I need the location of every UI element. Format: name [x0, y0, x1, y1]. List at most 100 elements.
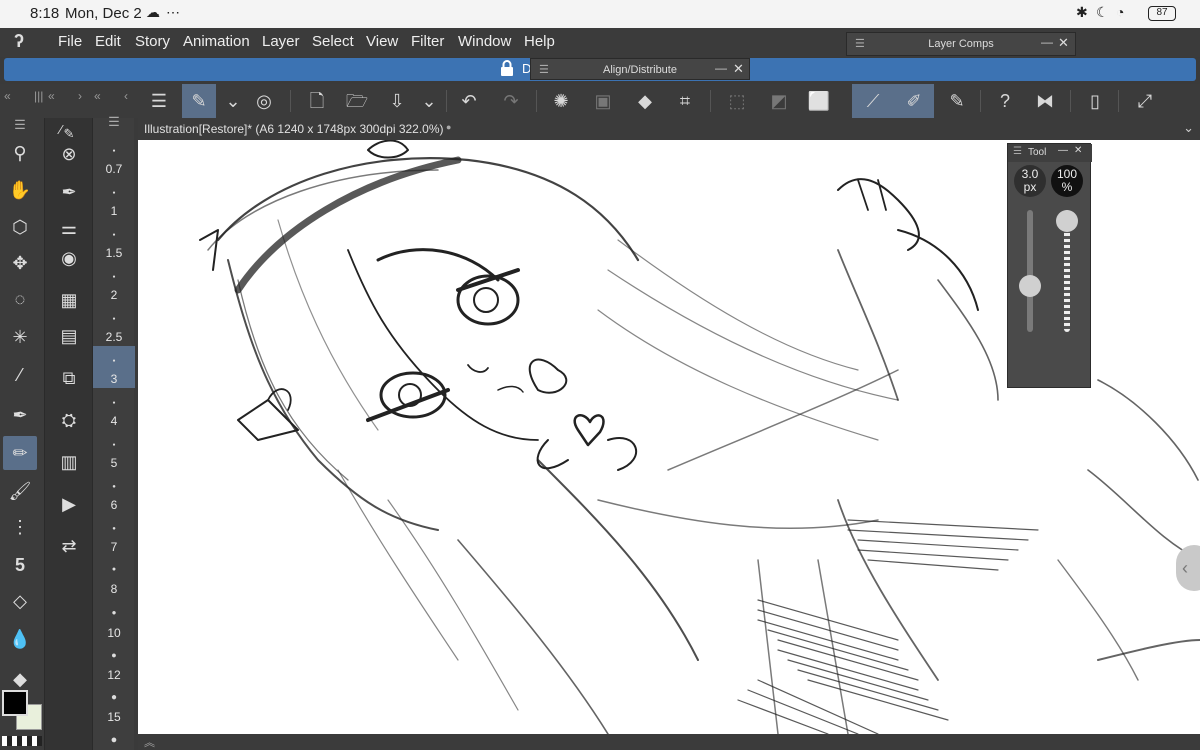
- brush-size-option[interactable]: 1.5: [93, 246, 135, 260]
- timeline-icon[interactable]: ▤: [53, 320, 85, 352]
- grip-icon[interactable]: |||: [34, 89, 43, 103]
- layers-icon[interactable]: ⧉: [53, 362, 85, 394]
- close-icon[interactable]: ✕: [733, 61, 744, 77]
- material-icon[interactable]: ▥: [53, 446, 85, 478]
- deselect-icon[interactable]: ✺: [544, 84, 578, 118]
- close-icon[interactable]: ✕: [1058, 35, 1069, 51]
- menu-window[interactable]: Window: [458, 33, 511, 50]
- blend-tool-icon[interactable]: 💧: [3, 622, 37, 656]
- color-wheel-icon[interactable]: ◉: [53, 242, 85, 274]
- save-icon[interactable]: ⇩: [380, 84, 414, 118]
- stabilizer-icon[interactable]: ⟋: [852, 84, 894, 118]
- lock-icon[interactable]: [500, 60, 514, 79]
- undo-icon[interactable]: ↶: [452, 84, 486, 118]
- expand-up-icon[interactable]: ︽: [144, 734, 155, 750]
- collapse-left-icon[interactable]: «: [4, 89, 11, 103]
- app-logo-icon[interactable]: ʔ: [14, 31, 36, 53]
- pen-icon[interactable]: ✎: [940, 84, 974, 118]
- new-file-icon[interactable]: 🗋: [300, 84, 334, 118]
- chevron-down-icon[interactable]: ⌄: [412, 84, 446, 118]
- mask-icon[interactable]: ◩: [762, 84, 796, 118]
- collapse-right-icon[interactable]: ›: [78, 89, 82, 103]
- flip-icon[interactable]: ⧓: [1028, 84, 1062, 118]
- pen-tool-icon[interactable]: ✒: [3, 398, 37, 432]
- menu-select[interactable]: Select: [312, 33, 354, 50]
- brush-size-option[interactable]: 8: [93, 582, 135, 596]
- opacity-slider-knob[interactable]: [1056, 210, 1078, 232]
- grip-icon[interactable]: ☰: [93, 114, 135, 130]
- layer-comps-panel[interactable]: ☰ Layer Comps — ✕: [846, 32, 1076, 56]
- menu-view[interactable]: View: [366, 33, 398, 50]
- zoom-tool-icon[interactable]: ⚲: [3, 136, 37, 170]
- auto-action-icon[interactable]: ⇄: [53, 530, 85, 562]
- tool-property-panel[interactable]: ☰ Tool — ✕ 3.0 px 100 %: [1007, 143, 1092, 388]
- brush-tool-icon[interactable]: 🖌: [3, 474, 37, 508]
- menu-animation[interactable]: Animation: [183, 33, 250, 50]
- animation-cels-icon[interactable]: ▶: [53, 488, 85, 520]
- device-icon[interactable]: ▯: [1078, 84, 1112, 118]
- brush-size-option[interactable]: 12: [93, 668, 135, 682]
- brush-icon[interactable]: ✐: [894, 84, 934, 118]
- crop-icon[interactable]: ⬚: [720, 84, 754, 118]
- transparent-color-swatch[interactable]: [2, 736, 42, 746]
- brush-size-option[interactable]: 2.5: [93, 330, 135, 344]
- pencil-tool-icon[interactable]: ✏: [3, 436, 37, 470]
- decoration-tool-icon[interactable]: 5: [3, 548, 37, 582]
- grip-icon[interactable]: ☰: [1013, 146, 1022, 157]
- eraser-icon[interactable]: ◇: [3, 584, 37, 618]
- brush-size-option-selected[interactable]: 3: [93, 372, 135, 386]
- fullscreen-icon[interactable]: ⤢: [1128, 84, 1162, 118]
- menu-layer[interactable]: Layer: [262, 33, 300, 50]
- menu-filter[interactable]: Filter: [411, 33, 444, 50]
- menu-file[interactable]: File: [58, 33, 82, 50]
- brush-size-option[interactable]: 6: [93, 498, 135, 512]
- brush-size-option[interactable]: 0.7: [93, 162, 135, 176]
- layer-search-icon[interactable]: ⛭: [53, 404, 85, 436]
- color-set-icon[interactable]: ▦: [53, 284, 85, 316]
- navigator-icon[interactable]: ⊗: [53, 138, 85, 170]
- close-icon[interactable]: ✕: [1074, 145, 1082, 156]
- clip-studio-icon[interactable]: ◎: [247, 84, 281, 118]
- move-tool-icon[interactable]: ✥: [3, 246, 37, 280]
- brush-size-slider-knob[interactable]: [1019, 275, 1041, 297]
- eyedropper-icon[interactable]: ⁄: [3, 358, 37, 392]
- hamburger-menu-icon[interactable]: ☰: [142, 84, 176, 118]
- redo-icon[interactable]: ↷: [494, 84, 528, 118]
- menu-story[interactable]: Story: [135, 33, 170, 50]
- chevron-down-icon[interactable]: ⌄: [1183, 120, 1194, 136]
- brush-size-option[interactable]: 2: [93, 288, 135, 302]
- open-folder-icon[interactable]: 🗁: [340, 84, 374, 118]
- quick-access-icon[interactable]: ✎: [182, 84, 216, 118]
- brush-size-option[interactable]: 4: [93, 414, 135, 428]
- lasso-tool-icon[interactable]: ◌: [3, 282, 37, 316]
- side-panel-handle[interactable]: ‹: [1176, 545, 1200, 591]
- fill-icon[interactable]: ◆: [628, 84, 662, 118]
- collapse-left-icon[interactable]: ‹: [124, 89, 128, 103]
- minimize-icon[interactable]: —: [1058, 145, 1068, 156]
- chevron-down-icon[interactable]: ⌄: [216, 84, 250, 118]
- airbrush-icon[interactable]: ⋮: [3, 510, 37, 544]
- hand-tool-icon[interactable]: ✋: [3, 173, 37, 207]
- brush-size-option[interactable]: 7: [93, 540, 135, 554]
- brush-size-option[interactable]: 1: [93, 204, 135, 218]
- grip-icon[interactable]: ☰: [3, 118, 37, 132]
- align-distribute-panel[interactable]: ☰ Align/Distribute — ✕: [530, 58, 750, 80]
- menu-edit[interactable]: Edit: [95, 33, 121, 50]
- canvas-tab-title[interactable]: Illustration[Restore]* (A6 1240 x 1748px…: [144, 122, 444, 136]
- menu-help[interactable]: Help: [524, 33, 555, 50]
- minimize-icon[interactable]: —: [715, 61, 727, 75]
- object-tool-icon[interactable]: ⬡: [3, 210, 37, 244]
- help-icon[interactable]: ?: [988, 84, 1022, 118]
- collapse-left-icon[interactable]: «: [48, 89, 55, 103]
- tool-settings-icon[interactable]: ⚌: [53, 212, 85, 244]
- tool-property-header[interactable]: ☰ Tool — ✕: [1008, 144, 1092, 162]
- collapse-left-icon[interactable]: «: [94, 89, 101, 103]
- brush-size-option[interactable]: 15: [93, 710, 135, 724]
- brush-size-option[interactable]: 10: [93, 626, 135, 640]
- brush-size-option[interactable]: 5: [93, 456, 135, 470]
- minimize-icon[interactable]: —: [1041, 35, 1053, 49]
- transform-icon[interactable]: ⌗: [668, 84, 702, 118]
- clear-icon[interactable]: ▣: [586, 84, 620, 118]
- selection-border-icon[interactable]: ⬜: [802, 84, 836, 118]
- main-color-swatch[interactable]: [2, 690, 28, 716]
